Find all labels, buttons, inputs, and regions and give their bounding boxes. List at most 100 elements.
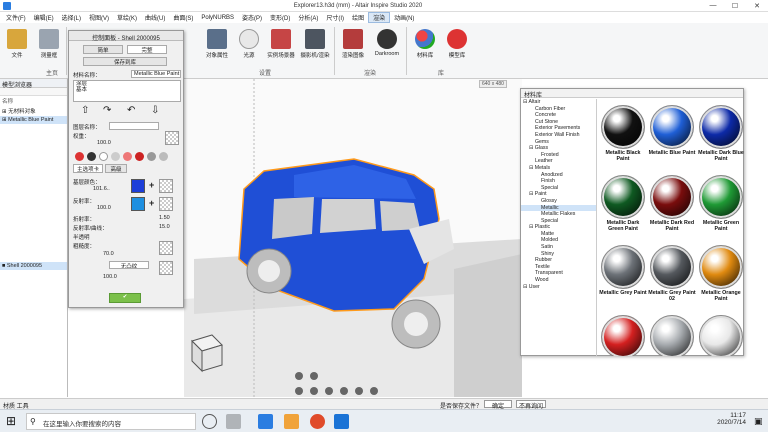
tree-node[interactable]: Carbon Fiber <box>521 106 596 113</box>
material-swatch-tile[interactable]: Metallic Blue Paint <box>648 101 696 171</box>
material-swatch-tile[interactable]: Metallic Grey Paint <box>599 241 647 311</box>
app-taskbar-icon[interactable] <box>258 414 273 429</box>
menu-item[interactable]: 动画(N) <box>390 13 418 22</box>
edge-taskbar-icon[interactable] <box>334 414 349 429</box>
tree-row-no-material[interactable]: ⊞ 无材料对象 <box>0 106 67 116</box>
ribbon-instance-button[interactable]: 实例场景器 <box>264 23 298 59</box>
layer-delete-icon[interactable]: ⇩ <box>151 105 159 116</box>
ribbon-object-props-button[interactable]: 对象属性 <box>200 23 234 59</box>
tree-node[interactable]: Frosted <box>521 152 596 159</box>
shader-ball-icon[interactable] <box>147 152 156 161</box>
ribbon-render-image-button[interactable]: 渲染图像 <box>336 23 370 59</box>
ribbon-darkroom-button[interactable]: Darkroom <box>370 23 404 57</box>
windows-start-icon[interactable]: ⊞ <box>6 414 16 428</box>
folder-taskbar-icon[interactable] <box>284 414 299 429</box>
tree-node[interactable]: Metallic Flakes <box>521 211 596 218</box>
clock[interactable]: 11:17 2020/7/14 <box>706 412 746 426</box>
base-color-texture-slot[interactable] <box>159 179 173 193</box>
tab-full[interactable]: 完整 <box>127 45 167 54</box>
shader-ball-icon[interactable] <box>111 152 120 161</box>
menu-item[interactable]: 变形(D) <box>266 13 294 22</box>
material-swatch-tile[interactable] <box>697 311 745 356</box>
tree-node[interactable]: Satin <box>521 244 596 251</box>
menu-item[interactable]: 渲染 <box>368 12 391 23</box>
minimize-icon[interactable]: — <box>702 2 724 9</box>
task-view-icon[interactable] <box>226 414 241 429</box>
material-library-panel[interactable]: 材料库 ⊟ Altair Carbon Fiber Concrete Cut Ston… <box>520 88 744 356</box>
add-icon[interactable]: + <box>149 180 154 190</box>
tree-node[interactable]: Transparent <box>521 270 596 277</box>
tree-node[interactable]: Exterior Pavements <box>521 125 596 132</box>
close-icon[interactable]: ✕ <box>746 2 768 10</box>
ribbon-light-button[interactable]: 光源 <box>232 23 266 59</box>
material-swatch-tile[interactable]: Metallic Dark Blue Paint <box>697 101 745 171</box>
menu-item[interactable]: 尺寸(I) <box>322 13 348 22</box>
menu-item[interactable]: 曲面(S) <box>169 13 197 22</box>
menu-item[interactable]: 草绘(K) <box>113 13 141 22</box>
tree-node[interactable]: Gems <box>521 139 596 146</box>
tree-node[interactable]: Concrete <box>521 112 596 119</box>
tree-node[interactable]: Molded <box>521 237 596 244</box>
menu-item[interactable]: PolyNURBS <box>197 15 238 21</box>
shader-ball-icon[interactable] <box>87 152 96 161</box>
tree-node[interactable]: Textile <box>521 264 596 271</box>
reflect-curve-value[interactable]: 15.0 <box>159 224 170 230</box>
menu-item[interactable]: 姿态(P) <box>238 13 266 22</box>
tree-node[interactable]: Cut Stone <box>521 119 596 126</box>
view-cube[interactable] <box>191 334 223 373</box>
tree-node[interactable]: Special <box>521 185 596 192</box>
bump-value[interactable]: 100.0 <box>103 274 117 280</box>
tree-node[interactable]: ⊟ Paint <box>521 191 596 198</box>
layer-add-icon[interactable]: ⇧ <box>81 105 89 116</box>
menu-item[interactable]: 绘图 <box>348 13 368 22</box>
material-swatch-tile[interactable]: Metallic Dark Green Paint <box>599 171 647 241</box>
menu-item[interactable]: 编辑(E) <box>30 13 58 22</box>
taskbar-search-box[interactable]: ⚲ 在这里输入你要搜索的内容 <box>26 413 196 430</box>
browser-taskbar-icon[interactable] <box>310 414 325 429</box>
bump-select[interactable]: 无凸纹 <box>109 261 149 269</box>
material-swatch-tile[interactable]: Metallic Green Paint <box>697 171 745 241</box>
menu-item[interactable]: 分析(A) <box>294 13 322 22</box>
tree-node[interactable]: ⊟ Metals <box>521 165 596 172</box>
notification-icon[interactable]: ▣ <box>754 416 763 427</box>
base-color-swatch[interactable] <box>131 179 145 193</box>
tree-node[interactable]: Leather <box>521 158 596 165</box>
roughness-value[interactable]: 70.0 <box>103 251 114 257</box>
weight-value[interactable]: 100.0 <box>97 140 111 146</box>
tree-node[interactable]: ⊟ Altair <box>521 99 596 106</box>
tree-node[interactable]: Glossy <box>521 198 596 205</box>
subtab-advanced[interactable]: 高级 <box>105 164 127 173</box>
tree-row-metallic-blue[interactable]: ⊞ Metallic Blue Paint <box>0 116 67 124</box>
tab-simple[interactable]: 简单 <box>83 45 123 54</box>
ribbon-model-library-button[interactable]: 模型库 <box>440 23 474 59</box>
bump-texture-slot[interactable] <box>159 261 173 275</box>
material-name-field[interactable]: Metallic Blue Paint <box>131 70 181 78</box>
tree-row-shell[interactable]: ■ Shell 2000095 <box>0 262 67 270</box>
ribbon-camera-button[interactable]: 摄影机/渲染 <box>298 23 332 59</box>
material-grid[interactable]: Metallic Black Paint Metallic Blue Paint M… <box>597 99 745 356</box>
ribbon-measure-button[interactable]: 测量框 <box>32 23 66 59</box>
ior-value[interactable]: 1.50 <box>159 215 170 221</box>
tree-node[interactable]: Matte <box>521 231 596 238</box>
confirm-button[interactable]: 确定 <box>484 400 512 410</box>
ribbon-file-button[interactable]: 文件 <box>0 23 34 59</box>
tree-node[interactable]: Metallic <box>521 204 596 212</box>
save-to-library-button[interactable]: 保存到库 <box>83 57 167 66</box>
material-swatch-tile[interactable] <box>648 311 696 356</box>
tree-node[interactable]: Exterior Wall Finish <box>521 132 596 139</box>
weight-texture-slot[interactable] <box>165 131 179 145</box>
material-swatch-tile[interactable]: Metallic Black Paint <box>599 101 647 171</box>
shader-ball-icon[interactable] <box>75 152 84 161</box>
tree-node[interactable]: Finish <box>521 178 596 185</box>
dont-ask-button[interactable]: 不再询问 <box>516 400 546 410</box>
tree-node[interactable]: Wood <box>521 277 596 284</box>
material-category-tree[interactable]: ⊟ Altair Carbon Fiber Concrete Cut Stone Ext… <box>521 99 597 356</box>
menu-item[interactable]: 视图(V) <box>85 13 113 22</box>
tree-node[interactable]: Shiny <box>521 251 596 258</box>
subtab-main[interactable]: 主选项卡 <box>73 164 103 173</box>
control-panel[interactable]: 控制面板 - Shell 2000095 简单 完整 保存到库 材料名称： Me… <box>68 30 184 308</box>
shader-ball-icon[interactable] <box>135 152 144 161</box>
menu-item[interactable]: 文件(F) <box>2 13 30 22</box>
tree-node[interactable]: ⊟ Plastic <box>521 224 596 231</box>
reflect-texture-slot[interactable] <box>159 197 173 211</box>
